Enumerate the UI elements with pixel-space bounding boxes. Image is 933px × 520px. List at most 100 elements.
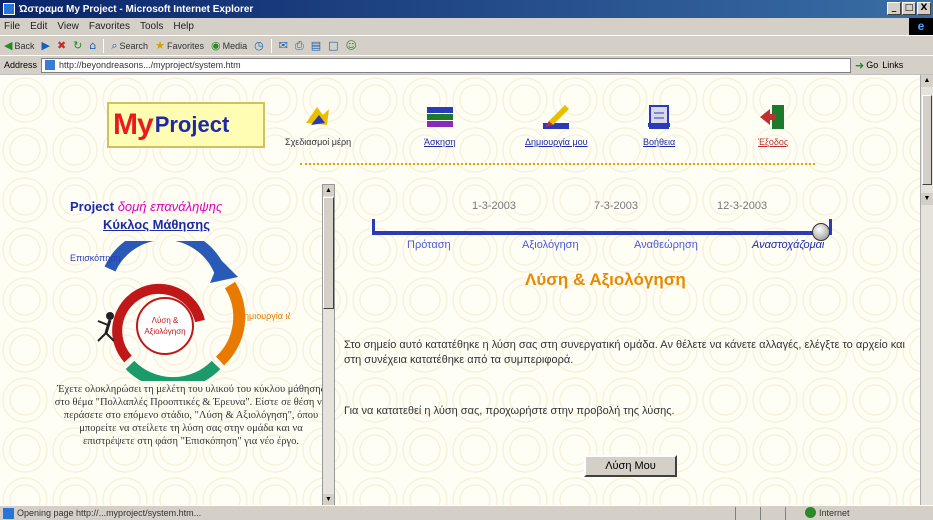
menu-help[interactable]: Help <box>173 21 194 32</box>
logo-project: Project <box>154 112 230 137</box>
menu-tools[interactable]: Tools <box>140 21 163 32</box>
timeline-step-proposal[interactable]: Πρόταση <box>407 239 451 251</box>
nav-item-exercise[interactable]: Άσκηση <box>424 103 456 147</box>
logo-my: My <box>113 108 154 141</box>
ie-logo-icon: e <box>909 18 933 35</box>
star-icon: ★ <box>155 39 165 52</box>
toolbar: ◀ Back ▶ ✖ ↻ ⌂ ⌕ Search ★ Favorites ◉ Media … <box>0 35 933 55</box>
timeline-tick-start <box>372 219 375 235</box>
page-scrollbar[interactable]: ▲ ▼ <box>920 75 933 505</box>
left-frame: Project δομή επανάληψης Κύκλος Μάθησης Λ… <box>40 183 338 505</box>
search-icon: ⌕ <box>111 38 118 52</box>
status-bar: Opening page http://...myproject/system.… <box>0 505 933 520</box>
exit-icon <box>760 105 785 129</box>
refresh-icon: ↻ <box>73 39 83 52</box>
discuss-button[interactable]: □ <box>328 39 338 52</box>
status-cell <box>735 507 736 520</box>
section-heading: Λύση & Αξιολόγηση <box>525 270 686 289</box>
scroll-up-arrow[interactable]: ▲ <box>323 185 334 196</box>
toolbar-separator <box>103 38 105 53</box>
progress-timeline: 1-3-2003 7-3-2003 12-3-2003 Πρόταση Αξιο… <box>372 200 882 259</box>
menu-bar: File Edit View Favorites Tools Help e <box>0 18 933 35</box>
print-button[interactable]: ⎙ <box>295 39 304 53</box>
runner-icon <box>97 312 115 342</box>
back-button[interactable]: ◀ Back <box>4 39 34 52</box>
toolbar-separator <box>270 38 272 53</box>
mail-icon <box>306 107 330 125</box>
timeline-date-3: 12-3-2003 <box>717 200 768 212</box>
svg-text:Αξιολόγηση: Αξιολόγηση <box>144 327 185 336</box>
messenger-icon: ☺ <box>345 39 358 52</box>
cycle-center-label: Λύση & <box>152 316 179 325</box>
links-button[interactable]: Links <box>882 60 903 70</box>
media-button[interactable]: ◉ Media <box>211 39 247 52</box>
refresh-button[interactable]: ↻ <box>73 39 82 52</box>
go-button[interactable]: ➜ Go <box>855 59 878 72</box>
media-icon: ◉ <box>210 39 221 52</box>
back-arrow-icon: ◀ <box>4 39 13 52</box>
nav-item-create[interactable]: Δημιουργία μου <box>525 103 588 147</box>
instruction-paragraph: Για να κατατεθεί η λύση σας, προχωρήστε … <box>344 405 675 417</box>
stop-button[interactable]: ✖ <box>57 39 66 52</box>
learning-cycle-link[interactable]: Κύκλος Μάθησης <box>103 217 210 232</box>
books-icon <box>426 107 453 127</box>
ie-app-icon <box>3 3 15 15</box>
nav-item-exit[interactable]: Έξοδος <box>758 103 788 147</box>
menu-file[interactable]: File <box>4 21 20 32</box>
nav-divider <box>300 163 815 165</box>
timeline-marker <box>812 223 830 241</box>
clipboard-icon <box>648 105 671 129</box>
page-scroll-thumb[interactable] <box>922 95 932 185</box>
printer-icon: ⎙ <box>294 38 304 52</box>
nav-item-schedule[interactable]: Σχεδιασμοί μέρη <box>285 103 351 147</box>
scroll-thumb[interactable] <box>323 197 334 309</box>
close-button[interactable]: X <box>917 2 931 15</box>
address-url: http://beyondreasons.../myproject/system… <box>59 60 241 70</box>
my-solution-button[interactable]: Λύση Μου <box>584 455 677 477</box>
timeline-step-revision[interactable]: Αναθεώρηση <box>634 239 698 251</box>
cycle-right-label: Δημιουργία ιδεών <box>238 311 290 321</box>
window-controls: _ □ X <box>887 2 931 15</box>
messenger-button[interactable]: ☺ <box>346 39 357 52</box>
search-button[interactable]: ⌕ Search <box>111 39 148 53</box>
timeline-step-evaluation[interactable]: Αξιολόγηση <box>522 239 579 251</box>
status-text: Opening page http://...myproject/system.… <box>17 508 202 518</box>
timeline-step-reflection[interactable]: Αναστοχάζομαι <box>752 239 824 251</box>
loading-page-icon <box>3 507 14 519</box>
history-button[interactable]: ◷ <box>254 39 264 52</box>
menu-edit[interactable]: Edit <box>30 21 47 32</box>
scroll-down-arrow[interactable]: ▼ <box>323 494 334 505</box>
favorites-button[interactable]: ★ Favorites <box>155 39 204 52</box>
page-scroll-up[interactable]: ▲ <box>921 75 933 87</box>
timeline-date-2: 7-3-2003 <box>594 200 639 212</box>
address-bar: Address http://beyondreasons.../myprojec… <box>0 55 933 74</box>
cycle-top-label: Επισκόπηση <box>70 253 121 263</box>
status-cell <box>760 507 761 520</box>
left-title: Project δομή επανάληψης <box>70 199 223 214</box>
maximize-button[interactable]: □ <box>902 2 916 15</box>
mail-icon: ✉ <box>278 39 288 52</box>
address-input[interactable]: http://beyondreasons.../myproject/system… <box>41 57 852 73</box>
page-scroll-down[interactable]: ▼ <box>921 193 933 205</box>
stop-icon: ✖ <box>56 39 67 52</box>
security-zone: Internet <box>805 507 850 518</box>
mail-button[interactable]: ✉ <box>279 39 288 52</box>
home-icon: ⌂ <box>89 39 97 52</box>
address-label: Address <box>4 60 38 70</box>
internet-globe-icon <box>805 507 816 518</box>
left-frame-scrollbar[interactable]: ▲ ▼ <box>322 184 335 505</box>
forward-arrow-icon: ▶ <box>41 39 50 52</box>
menu-view[interactable]: View <box>57 21 79 32</box>
left-description: Έχετε ολοκληρώσει τη μελέτη του υλικού τ… <box>54 384 328 447</box>
menu-favorites[interactable]: Favorites <box>89 21 130 32</box>
minimize-button[interactable]: _ <box>887 2 901 15</box>
history-icon: ◷ <box>254 39 264 52</box>
nav-item-help[interactable]: Βοήθεια <box>643 103 675 147</box>
discuss-icon: □ <box>328 39 339 52</box>
page-content: My Project Σχεδιασμοί μέρη Άσκηση Δημιου… <box>0 75 920 505</box>
forward-button[interactable]: ▶ <box>41 39 49 52</box>
pen-icon <box>543 105 570 129</box>
learning-cycle-diagram: Λύση & Αξιολόγηση Επισκόπηση Δημιουργία … <box>70 241 290 381</box>
home-button[interactable]: ⌂ <box>89 39 96 52</box>
edit-button[interactable]: ▤ <box>311 39 321 52</box>
